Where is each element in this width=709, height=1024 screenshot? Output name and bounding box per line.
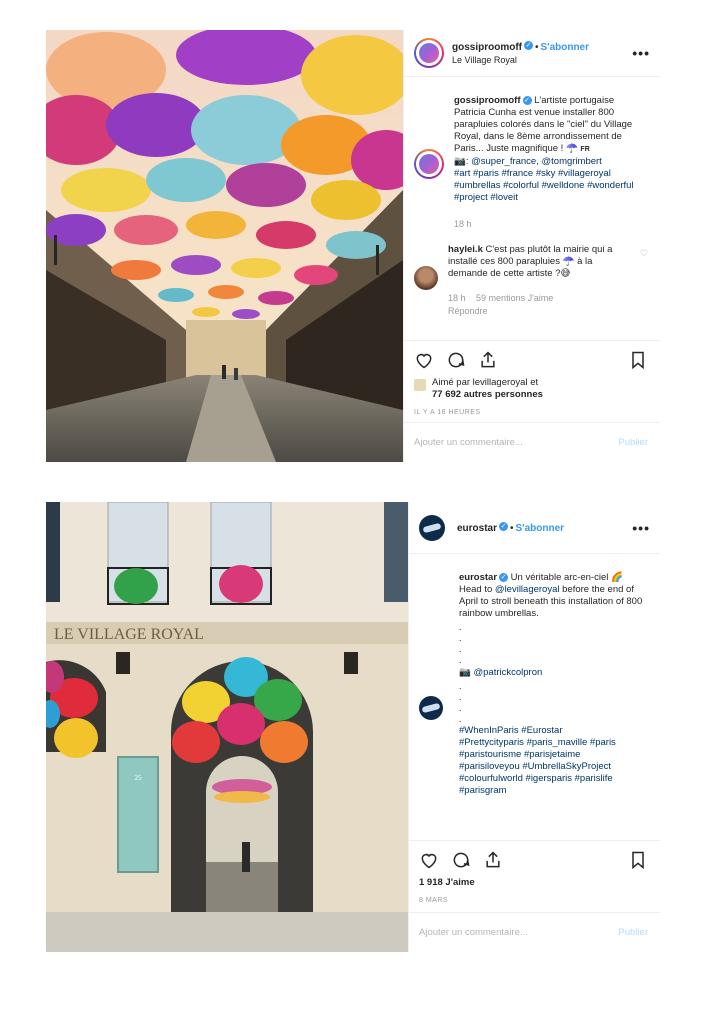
caption-time: 18 h bbox=[454, 219, 472, 229]
location-link[interactable]: Le Village Royal bbox=[452, 54, 632, 66]
likes-text: 1 918 J'aime bbox=[419, 877, 475, 888]
avatar[interactable] bbox=[419, 696, 443, 720]
avatar[interactable] bbox=[414, 379, 426, 391]
village-royal-image: LE VILLAGE ROYAL 25 bbox=[46, 502, 408, 952]
post-photo-umbrella-street[interactable] bbox=[46, 30, 403, 462]
comments-section: gossiproomoff ✓ L'artiste portugaise Patr… bbox=[404, 77, 660, 317]
caption-credit[interactable]: @patrickcolpron bbox=[473, 667, 542, 678]
liked-by-prefix: Aimé par bbox=[432, 377, 471, 388]
share-icon[interactable] bbox=[478, 350, 498, 370]
add-comment-bar: Publier bbox=[409, 912, 660, 952]
bookmark-icon[interactable] bbox=[628, 350, 648, 370]
comment-input[interactable] bbox=[419, 927, 619, 938]
caption-flag: FR bbox=[580, 146, 590, 153]
follow-button[interactable]: S'abonner bbox=[541, 42, 590, 53]
liked-by-suffix: et bbox=[530, 377, 539, 388]
add-comment-bar: Publier bbox=[404, 422, 660, 462]
post-header: gossiproomoff ✓ • S'abonner Le Village Roya… bbox=[404, 30, 660, 77]
post-eurostar: LE VILLAGE ROYAL 25 eurostar ✓ • S'abonn… bbox=[46, 502, 660, 952]
caption-username[interactable]: eurostar bbox=[459, 572, 497, 583]
comment: haylei.k C'est pas plutôt la mairie qui … bbox=[414, 244, 648, 317]
liked-by-user[interactable]: levillageroyal bbox=[473, 377, 528, 388]
likes-count[interactable]: 1 918 J'aime bbox=[419, 877, 648, 889]
avatar[interactable] bbox=[419, 514, 445, 541]
publish-button[interactable]: Publier bbox=[618, 927, 648, 938]
share-icon[interactable] bbox=[483, 850, 503, 870]
comment-like-icon[interactable]: ♡ bbox=[640, 248, 648, 259]
liked-by: Aimé par levillageroyal et 77 692 autres… bbox=[414, 377, 648, 401]
heart-icon[interactable] bbox=[419, 850, 439, 870]
avatar[interactable] bbox=[414, 149, 444, 179]
comment-input[interactable] bbox=[414, 437, 619, 448]
caption: eurostar ✓ Un véritable arc-en-ciel 🌈 Hea… bbox=[419, 572, 648, 797]
post-header: eurostar ✓ • S'abonner ••• bbox=[409, 502, 660, 554]
comment-icon[interactable] bbox=[446, 350, 466, 370]
comment-username[interactable]: haylei.k bbox=[448, 244, 483, 255]
publish-button[interactable]: Publier bbox=[618, 437, 648, 448]
plaque-text: 25 bbox=[135, 774, 143, 782]
post-panel: gossiproomoff ✓ • S'abonner Le Village Roya… bbox=[403, 30, 660, 462]
caption-hashtags[interactable]: #WhenInParis #Eurostar #Prettycityparis … bbox=[459, 725, 648, 797]
caption-dots: . . . . bbox=[459, 622, 462, 665]
sign-text: LE VILLAGE ROYAL bbox=[54, 626, 204, 643]
username[interactable]: gossiproomoff bbox=[452, 42, 522, 53]
camera-icon: 📷 bbox=[459, 667, 471, 678]
comments-section: eurostar ✓ Un véritable arc-en-ciel 🌈 Hea… bbox=[409, 554, 660, 797]
bookmark-icon[interactable] bbox=[628, 850, 648, 870]
post-panel: eurostar ✓ • S'abonner ••• eurostar ✓ Un vér… bbox=[408, 502, 660, 952]
liked-by-others[interactable]: 77 692 autres personnes bbox=[432, 389, 543, 400]
caption-dots: . . . . bbox=[459, 681, 462, 724]
caption-hashtags[interactable]: #art #paris #france #sky #villageroyal #… bbox=[454, 168, 648, 204]
verified-icon: ✓ bbox=[524, 41, 533, 51]
caption: gossiproomoff ✓ L'artiste portugaise Patr… bbox=[414, 95, 648, 230]
comment-icon[interactable] bbox=[451, 850, 471, 870]
comment-time: 18 h bbox=[448, 293, 466, 303]
caption-username[interactable]: gossiproomoff bbox=[454, 95, 521, 106]
camera-icon: 📷 bbox=[454, 156, 466, 167]
reply-button[interactable]: Répondre bbox=[448, 306, 488, 316]
action-bar: Aimé par levillageroyal et 77 692 autres… bbox=[404, 340, 660, 416]
comment-likes[interactable]: 59 mentions J'aime bbox=[476, 293, 553, 303]
heart-icon[interactable] bbox=[414, 350, 434, 370]
caption-credit[interactable]: : @super_france, @tomgrimbert bbox=[466, 156, 602, 167]
follow-button[interactable]: S'abonner bbox=[516, 523, 565, 534]
post-timestamp: 8 MARS bbox=[419, 897, 449, 904]
action-bar: 1 918 J'aime 8 MARS bbox=[409, 840, 660, 904]
avatar[interactable] bbox=[414, 266, 438, 290]
post-photo-village-royal[interactable]: LE VILLAGE ROYAL 25 bbox=[46, 502, 408, 952]
more-icon[interactable]: ••• bbox=[632, 520, 650, 536]
post-gossiproomoff: gossiproomoff ✓ • S'abonner Le Village Roya… bbox=[46, 30, 660, 462]
username[interactable]: eurostar bbox=[457, 523, 497, 534]
umbrella-street-image bbox=[46, 30, 403, 462]
verified-icon: ✓ bbox=[499, 572, 509, 582]
caption-mention[interactable]: @levillageroyal bbox=[495, 584, 560, 595]
avatar[interactable] bbox=[414, 38, 444, 68]
verified-icon: ✓ bbox=[499, 521, 509, 531]
more-icon[interactable]: ••• bbox=[632, 45, 650, 61]
verified-icon: ✓ bbox=[522, 95, 532, 105]
post-timestamp: IL Y A 18 HEURES bbox=[414, 409, 481, 416]
